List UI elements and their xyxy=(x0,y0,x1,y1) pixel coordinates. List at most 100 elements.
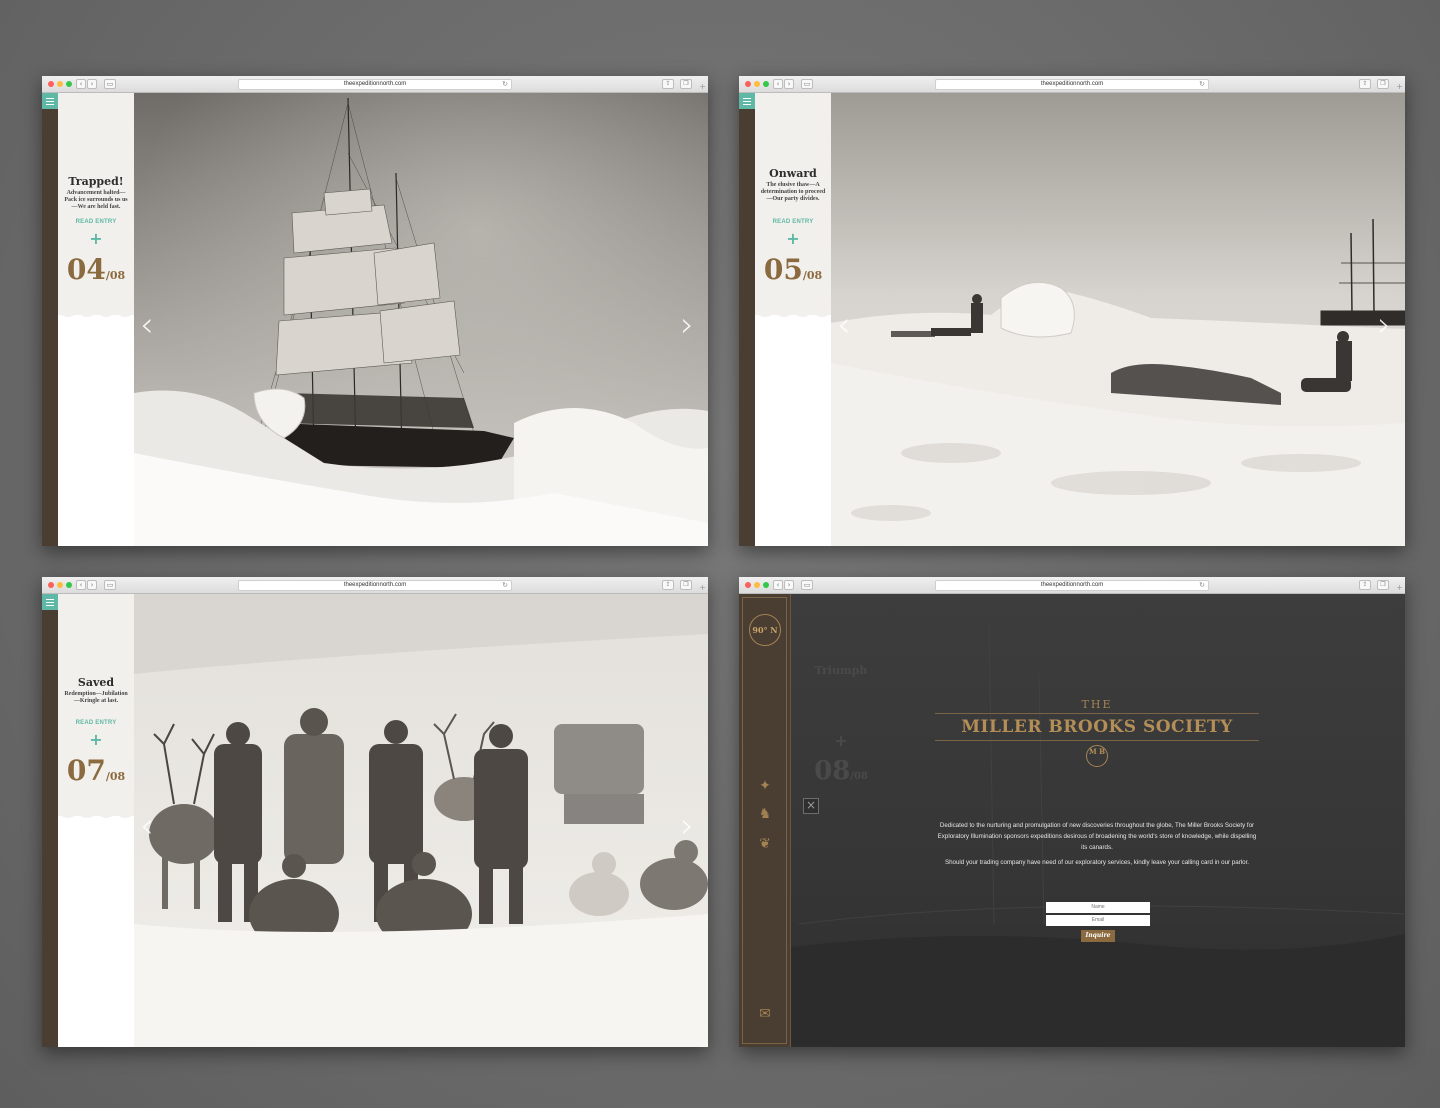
tabs-button[interactable]: ❐ xyxy=(680,580,692,590)
sidebar-toggle-icon[interactable]: ▭ xyxy=(104,580,116,590)
inquire-button[interactable]: Inquire xyxy=(1081,930,1115,942)
sidebar-toggle-icon[interactable]: ▭ xyxy=(801,580,813,590)
laurel-crest-icon[interactable]: ❦ xyxy=(755,836,775,852)
share-button[interactable]: ⇪ xyxy=(662,79,674,89)
read-entry-link[interactable]: READ ENTRY xyxy=(755,219,831,225)
browser-window-society: ‹ › ▭ theexpeditionnorth.com ↻ ⇪ ❐ + 90°… xyxy=(739,577,1405,1047)
calling-card-paragraph: Should your trading company have need of… xyxy=(944,859,1250,866)
url-text: theexpeditionnorth.com xyxy=(343,582,407,588)
minimize-window-button[interactable] xyxy=(57,81,63,87)
entry-subtitle: Redemption—Jubilation—Kringle at last. xyxy=(64,691,128,704)
entry-panel: Saved Redemption—Jubilation—Kringle at l… xyxy=(58,594,134,824)
zoom-window-button[interactable] xyxy=(66,582,72,588)
tabs-button[interactable]: ❐ xyxy=(1377,79,1389,89)
prev-arrow-icon[interactable]: ‹ xyxy=(140,305,154,345)
entry-title: Onward xyxy=(769,167,817,180)
new-tab-icon[interactable]: + xyxy=(699,583,706,592)
entry-title: Trapped! xyxy=(68,175,124,188)
party-photo-illustration xyxy=(134,594,708,1047)
close-window-button[interactable] xyxy=(745,81,751,87)
entry-subtitle: The elusive thaw—A determination to proc… xyxy=(760,182,826,202)
society-badge-logo[interactable]: 90° N xyxy=(749,614,781,646)
hamburger-icon xyxy=(46,98,54,99)
address-bar[interactable]: theexpeditionnorth.com ↻ xyxy=(238,580,512,591)
sidebar-toggle-icon[interactable]: ▭ xyxy=(801,79,813,89)
reload-icon[interactable]: ↻ xyxy=(502,581,508,590)
browser-toolbar: ‹ › ▭ theexpeditionnorth.com ↻ ⇪ ❐ + xyxy=(739,76,1405,93)
new-tab-icon[interactable]: + xyxy=(1396,82,1403,91)
side-rail xyxy=(42,93,58,546)
slide-number: 05 xyxy=(763,253,803,286)
side-rail xyxy=(739,93,755,546)
ghost-entry-panel: Triumph + 08/08 xyxy=(803,664,879,786)
tabs-button[interactable]: ❐ xyxy=(680,79,692,89)
slide-number: 07 xyxy=(66,754,106,787)
new-tab-icon[interactable]: + xyxy=(1396,583,1403,592)
address-bar[interactable]: theexpeditionnorth.com ↻ xyxy=(935,79,1209,90)
minimize-window-button[interactable] xyxy=(57,582,63,588)
close-window-button[interactable] xyxy=(48,582,54,588)
ship-photo-illustration xyxy=(134,93,708,546)
entry-title: Saved xyxy=(77,676,115,689)
zoom-window-button[interactable] xyxy=(763,582,769,588)
wordmark-name: MILLER BROOKS SOCIETY xyxy=(935,713,1259,741)
minimize-window-button[interactable] xyxy=(754,81,760,87)
read-entry-link[interactable]: READ ENTRY xyxy=(58,720,134,726)
side-rail xyxy=(42,594,58,1047)
url-text: theexpeditionnorth.com xyxy=(1040,81,1104,87)
address-bar[interactable]: theexpeditionnorth.com ↻ xyxy=(935,580,1209,591)
close-overlay-button[interactable]: × xyxy=(803,798,819,814)
tabs-button[interactable]: ❐ xyxy=(1377,580,1389,590)
new-tab-icon[interactable]: + xyxy=(699,82,706,91)
slide-counter: 04/08 xyxy=(58,253,134,286)
email-field[interactable] xyxy=(1046,915,1150,926)
ghost-title: Triumph xyxy=(814,664,868,677)
share-button[interactable]: ⇪ xyxy=(1359,580,1371,590)
photo-dog-sledges xyxy=(831,93,1405,546)
reload-icon[interactable]: ↻ xyxy=(1199,80,1205,89)
sledge-photo-illustration xyxy=(831,93,1405,546)
envelope-icon[interactable]: ✉ xyxy=(755,1006,775,1022)
back-button[interactable]: ‹ xyxy=(773,79,783,89)
url-text: theexpeditionnorth.com xyxy=(1040,582,1104,588)
next-arrow-icon[interactable]: › xyxy=(680,305,694,345)
expand-plus-icon[interactable]: + xyxy=(58,730,134,749)
explorer-silhouette-icon[interactable]: ♞ xyxy=(755,806,775,822)
close-window-button[interactable] xyxy=(48,81,54,87)
menu-button[interactable] xyxy=(739,93,755,109)
compass-star-icon[interactable]: ✦ xyxy=(755,778,775,794)
expand-plus-icon[interactable]: + xyxy=(755,229,831,248)
expand-plus-icon[interactable]: + xyxy=(58,229,134,248)
prev-arrow-icon[interactable]: ‹ xyxy=(837,305,851,345)
share-button[interactable]: ⇪ xyxy=(1359,79,1371,89)
forward-button[interactable]: › xyxy=(784,79,794,89)
address-bar[interactable]: theexpeditionnorth.com ↻ xyxy=(238,79,512,90)
reload-icon[interactable]: ↻ xyxy=(1199,581,1205,590)
menu-button[interactable] xyxy=(42,594,58,610)
next-arrow-icon[interactable]: › xyxy=(1377,305,1391,345)
photo-expedition-party xyxy=(134,594,708,1047)
back-button[interactable]: ‹ xyxy=(76,580,86,590)
back-button[interactable]: ‹ xyxy=(773,580,783,590)
forward-button[interactable]: › xyxy=(87,79,97,89)
forward-button[interactable]: › xyxy=(87,580,97,590)
sidebar-toggle-icon[interactable]: ▭ xyxy=(104,79,116,89)
next-arrow-icon[interactable]: › xyxy=(680,806,694,846)
name-field[interactable] xyxy=(1046,902,1150,913)
read-entry-link[interactable]: READ ENTRY xyxy=(58,219,134,225)
zoom-window-button[interactable] xyxy=(66,81,72,87)
slide-counter: 05/08 xyxy=(755,253,831,286)
back-button[interactable]: ‹ xyxy=(76,79,86,89)
prev-arrow-icon[interactable]: ‹ xyxy=(140,806,154,846)
minimize-window-button[interactable] xyxy=(754,582,760,588)
slide-number: 04 xyxy=(66,253,106,286)
reload-icon[interactable]: ↻ xyxy=(502,80,508,89)
close-window-button[interactable] xyxy=(745,582,751,588)
zoom-window-button[interactable] xyxy=(763,81,769,87)
society-description: Dedicated to the nurturing and promulgat… xyxy=(935,820,1259,872)
menu-button[interactable] xyxy=(42,93,58,109)
share-button[interactable]: ⇪ xyxy=(662,580,674,590)
hamburger-icon xyxy=(743,98,751,99)
forward-button[interactable]: › xyxy=(784,580,794,590)
society-sidebar: 90° N ✦ ♞ ❦ ✉ xyxy=(739,594,791,1047)
